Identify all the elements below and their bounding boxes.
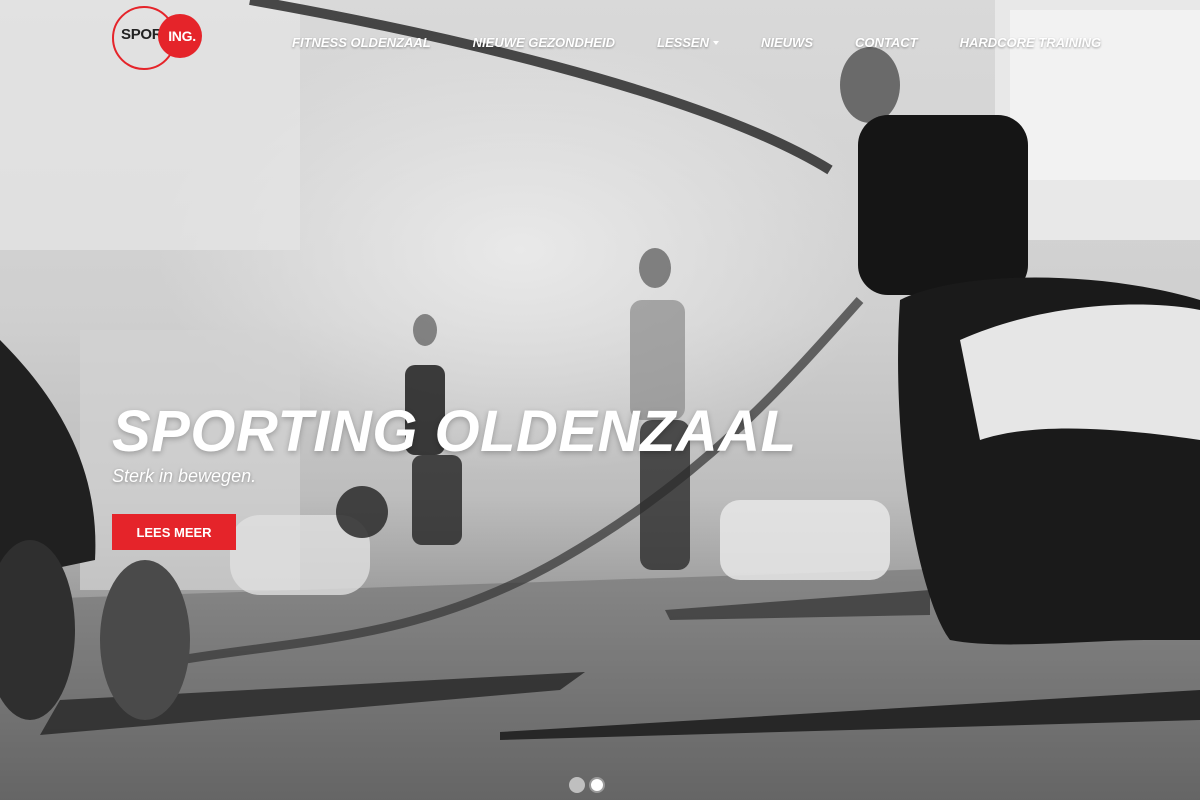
carousel-indicators [569,777,605,793]
nav-item-label: CONTACT [854,35,918,50]
nav-item-nieuws[interactable]: NIEUWS [761,33,813,53]
logo-badge: ING. [158,14,202,58]
nav-item-nieuwe-gezondheid[interactable]: NIEUWE GEZONDHEID [473,33,615,53]
lees-meer-button[interactable]: LEES MEER [112,514,236,550]
nav-item-label: NIEUWE GEZONDHEID [472,35,615,50]
hero-subtitle: Sterk in bewegen. [112,466,257,486]
main-navigation: FITNESS OLDENZAAL NIEUWE GEZONDHEID LESS… [292,33,1101,53]
caret-down-icon [712,41,719,45]
nav-item-label: FITNESS OLDENZAAL [292,35,431,50]
nav-item-label: LESSEN [656,35,709,50]
site-logo[interactable]: SPORT ING. [112,6,212,70]
nav-item-lessen[interactable]: LESSEN [657,33,719,53]
carousel-dot-2[interactable] [589,777,605,793]
nav-item-fitness-oldenzaal[interactable]: FITNESS OLDENZAAL [292,33,431,53]
nav-item-label: NIEUWS [760,35,813,50]
nav-item-hardcore-training[interactable]: HARDCORE TRAINING [960,33,1102,53]
nav-item-contact[interactable]: CONTACT [855,33,918,53]
nav-item-label: HARDCORE TRAINING [959,35,1102,50]
carousel-dot-1[interactable] [569,777,585,793]
hero-title: SPORTING OLDENZAAL [112,399,797,464]
